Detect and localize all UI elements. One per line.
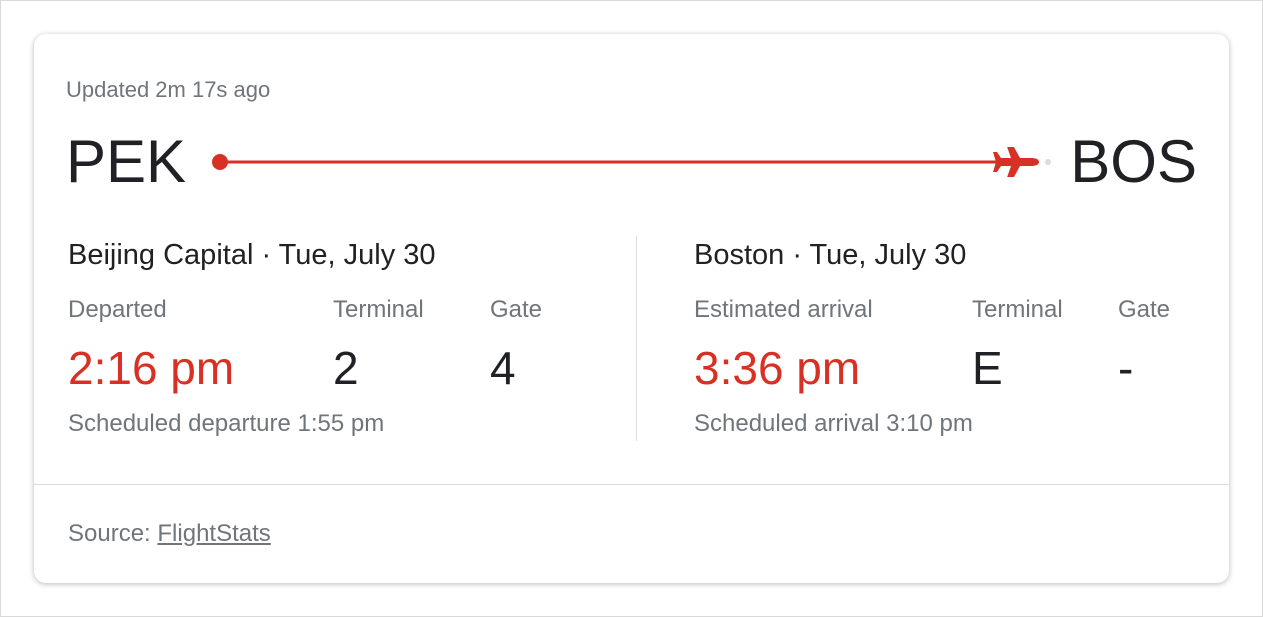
origin-airport-code: PEK bbox=[66, 128, 187, 195]
origin-terminal-value: 2 bbox=[333, 342, 359, 394]
footer-divider bbox=[34, 484, 1229, 485]
destination-status-label: Estimated arrival bbox=[694, 296, 873, 323]
departure-time: 2:16 pm bbox=[68, 342, 235, 394]
source-prefix: Source: bbox=[68, 520, 158, 547]
updated-timestamp: Updated 2m 17s ago bbox=[66, 77, 271, 102]
origin-gate-value: 4 bbox=[490, 342, 516, 394]
origin-status-label: Departed bbox=[68, 296, 167, 323]
destination-dot bbox=[1045, 159, 1051, 165]
destination-terminal-label: Terminal bbox=[972, 296, 1063, 323]
arrival-time: 3:36 pm bbox=[694, 342, 861, 394]
destination-terminal-value: E bbox=[972, 342, 1003, 394]
destination-airport-code: BOS bbox=[1070, 128, 1197, 195]
origin-place-date: Beijing Capital · Tue, July 30 bbox=[68, 239, 436, 271]
destination-gate-label: Gate bbox=[1118, 296, 1171, 323]
scheduled-arrival: Scheduled arrival 3:10 pm bbox=[694, 410, 973, 437]
scheduled-departure: Scheduled departure 1:55 pm bbox=[68, 410, 385, 437]
flight-route-line bbox=[212, 147, 1051, 177]
source-attribution: Source: FlightStats bbox=[68, 520, 271, 548]
destination-place-date: Boston · Tue, July 30 bbox=[694, 239, 967, 271]
page-frame: Updated 2m 17s ago PEK BOS Beijing Capit… bbox=[0, 0, 1263, 617]
source-link-flightstats[interactable]: FlightStats bbox=[157, 520, 270, 547]
flight-status-card: Updated 2m 17s ago PEK BOS Beijing Capit… bbox=[34, 34, 1229, 583]
origin-terminal-label: Terminal bbox=[333, 296, 424, 323]
origin-gate-label: Gate bbox=[490, 296, 543, 323]
column-divider bbox=[636, 236, 637, 441]
destination-gate-value: - bbox=[1118, 342, 1134, 394]
airplane-icon bbox=[993, 147, 1039, 177]
